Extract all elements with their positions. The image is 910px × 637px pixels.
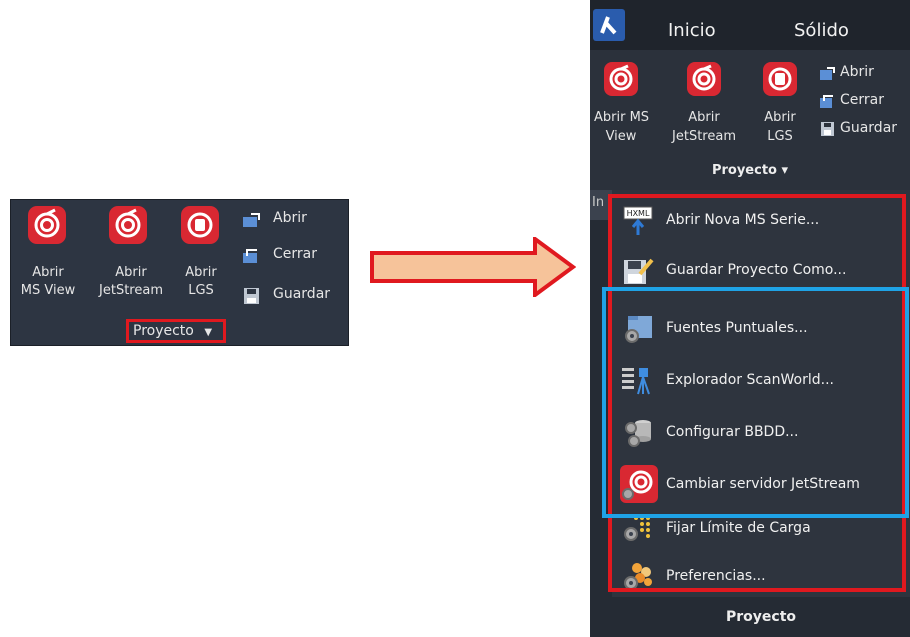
ribbon-project-section: Abrir MS View Abrir JetStream Abrir LGS … [590, 50, 910, 190]
open-jetstream-label: Abrir JetStream [672, 110, 736, 144]
menu-item-point-sources[interactable]: Fuentes Puntuales... [612, 304, 910, 354]
svg-text:HXML: HXML [627, 209, 650, 218]
menu-item-scanworld-explorer-label: Explorador ScanWorld... [666, 372, 834, 388]
scanworld-icon [622, 364, 654, 396]
menu-item-open-nova-ms-label: Abrir Nova MS Serie... [666, 212, 820, 228]
project-group-dropdown[interactable]: Proyecto ▾ [590, 163, 910, 178]
open-lgs-button[interactable]: Abrir LGS [758, 60, 802, 160]
menu-item-configure-db-label: Configurar BBDD... [666, 424, 799, 440]
menu-item-preferences-label: Preferencias... [666, 568, 766, 584]
menu-item-save-project-as-label: Guardar Proyecto Como... [666, 262, 847, 278]
small-project-group-text: Proyecto [133, 323, 194, 339]
save-as-icon [622, 254, 654, 286]
preferences-icon [622, 560, 654, 592]
small-project-group-label[interactable]: Proyecto ▼ [126, 319, 226, 343]
dropdown-caret-icon: ▼ [204, 327, 213, 338]
menu-item-set-load-limit[interactable]: Fijar Límite de Carga [612, 504, 910, 554]
small-ribbon-panel: Abrir MS View Abrir JetStream Abrir LGS … [10, 199, 349, 346]
small-open-jetstream-button[interactable]: Abrir JetStream [95, 204, 167, 304]
small-open-label: Abrir [273, 210, 307, 226]
open-folder-icon [243, 212, 261, 228]
project-footer-label: Proyecto [612, 597, 910, 637]
load-limit-icon [622, 512, 654, 544]
open-folder-icon [820, 66, 836, 80]
tab-solido[interactable]: Sólido [794, 20, 849, 41]
floppy-disk-icon [820, 122, 836, 136]
leica-database-icon [181, 206, 219, 244]
menu-item-set-load-limit-label: Fijar Límite de Carga [666, 520, 811, 536]
save-label: Guardar [840, 120, 898, 136]
floppy-disk-icon [243, 288, 261, 304]
expanded-project-panel: Inicio Sólido Abrir MS View Abrir JetStr… [590, 0, 910, 637]
transition-arrow [370, 237, 576, 297]
hidden-tab-stub: In [590, 190, 612, 220]
app-logo-icon [593, 9, 625, 41]
open-msview-button[interactable]: Abrir MS View [594, 60, 650, 160]
menu-item-point-sources-label: Fuentes Puntuales... [666, 320, 808, 336]
open-jetstream-button[interactable]: Abrir JetStream [668, 60, 740, 160]
tab-bar: Inicio Sólido [590, 0, 910, 50]
close-folder-icon [243, 248, 261, 264]
open-msview-label: Abrir MS View [594, 110, 650, 144]
small-save-label: Guardar [273, 286, 331, 302]
small-open-lgs-button[interactable]: Abrir LGS [175, 204, 227, 304]
menu-item-preferences[interactable]: Preferencias... [612, 552, 910, 602]
open-lgs-label: Abrir LGS [764, 110, 796, 144]
small-close-label: Cerrar [273, 246, 317, 262]
project-dropdown-menu: HXML Abrir Nova MS Serie... Guardar Proy… [612, 190, 910, 597]
menu-item-configure-db[interactable]: Configurar BBDD... [612, 408, 910, 458]
folder-gears-icon [622, 312, 654, 344]
small-open-msview-label: Abrir MS View [20, 265, 76, 298]
jetstream-gears-icon [620, 465, 658, 503]
database-gears-icon [622, 416, 654, 448]
menu-item-scanworld-explorer[interactable]: Explorador ScanWorld... [612, 356, 910, 406]
tab-inicio[interactable]: Inicio [668, 20, 716, 41]
leica-swirl-icon [604, 62, 638, 96]
menu-item-change-jetstream-server-label: Cambiar servidor JetStream [666, 476, 860, 492]
close-label: Cerrar [840, 92, 884, 108]
small-open-msview-button[interactable]: Abrir MS View [15, 204, 81, 304]
menu-item-save-project-as[interactable]: Guardar Proyecto Como... [612, 246, 910, 296]
open-label: Abrir [840, 64, 874, 80]
menu-item-open-nova-ms[interactable]: HXML Abrir Nova MS Serie... [612, 196, 910, 246]
leica-swirl-icon [28, 206, 66, 244]
leica-swirl-icon [687, 62, 721, 96]
menu-item-change-jetstream-server[interactable]: Cambiar servidor JetStream [612, 460, 910, 510]
hxml-upload-icon: HXML [622, 204, 654, 236]
small-open-lgs-label: Abrir LGS [185, 265, 217, 298]
leica-database-icon [763, 62, 797, 96]
close-folder-icon [820, 94, 836, 108]
leica-swirl-icon [109, 206, 147, 244]
small-open-jetstream-label: Abrir JetStream [99, 265, 163, 298]
